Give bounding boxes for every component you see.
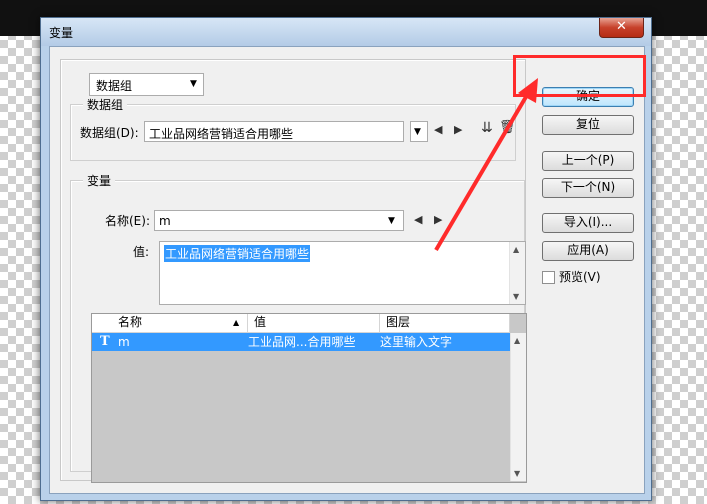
name-field-label: 名称(E):	[105, 214, 150, 228]
column-header-name[interactable]: 名称 ▲	[92, 314, 248, 332]
variables-table: 名称 ▲ 值 图层 T m 工业品网...合用哪些 这里输入文字 ▲ ▼	[91, 313, 527, 483]
close-button[interactable]: ✕	[599, 18, 644, 38]
preview-checkbox[interactable]: 预览(V)	[542, 268, 601, 285]
import-dataset-icon: ⇊	[481, 120, 493, 136]
dataset-field[interactable]: 工业品网络营销适合用哪些	[144, 121, 404, 142]
value-textarea[interactable]: 工业品网络营销适合用哪些 ▲ ▼	[159, 241, 526, 305]
row-name-cell: m	[118, 335, 130, 349]
dataset-group-label: 数据组	[83, 96, 128, 113]
import-dataset-button[interactable]: ⇊	[481, 120, 493, 136]
next-triangle-icon: ▶	[454, 123, 463, 136]
dataset-dropdown-button[interactable]: ▼	[410, 121, 428, 142]
table-header: 名称 ▲ 值 图层	[92, 314, 510, 333]
reset-button[interactable]: 复位	[542, 115, 634, 135]
delete-dataset-button[interactable]: 🗑	[499, 120, 516, 135]
next-button[interactable]: 下一个(N)	[542, 178, 634, 198]
dialog-client-area: 数据组 ▼ 数据组 数据组(D): 工业品网络营销适合用哪些 ▼ ◀ ▶ ⇊ 🗑	[49, 46, 645, 494]
row-value-cell: 工业品网...合用哪些	[248, 335, 356, 349]
scroll-up-icon[interactable]: ▲	[514, 336, 520, 345]
scroll-up-icon[interactable]: ▲	[513, 245, 519, 254]
value-field-label: 值:	[133, 245, 150, 259]
next-dataset-button[interactable]: ▶	[454, 123, 462, 136]
name-field-value: m	[159, 214, 171, 228]
sort-up-icon: ▲	[233, 318, 240, 327]
prev-dataset-button[interactable]: ◀	[434, 123, 442, 136]
table-row[interactable]: T m 工业品网...合用哪些 这里输入文字	[92, 333, 510, 351]
table-scrollbar[interactable]: ▲ ▼	[510, 333, 526, 481]
next-triangle-icon: ▶	[434, 213, 443, 226]
dropdown-arrow-icon: ▼	[414, 127, 421, 137]
text-layer-icon: T	[100, 334, 110, 349]
scroll-down-icon[interactable]: ▼	[514, 469, 520, 478]
checkbox-box[interactable]	[542, 271, 555, 284]
row-layer-cell: 这里输入文字	[380, 335, 453, 349]
dialog-title: 变量	[49, 26, 74, 40]
apply-button[interactable]: 应用(A)	[542, 241, 634, 261]
column-header-value[interactable]: 值	[248, 314, 380, 332]
title-bar: 变量 ✕	[41, 18, 651, 46]
prev-variable-button[interactable]: ◀	[414, 213, 422, 226]
delete-trash-icon: 🗑	[499, 120, 516, 135]
variable-group-label: 变量	[83, 172, 116, 189]
prev-triangle-icon: ◀	[414, 213, 423, 226]
column-header-layer[interactable]: 图层	[380, 314, 510, 332]
value-text-selected: 工业品网络营销适合用哪些	[164, 245, 311, 262]
preview-checkbox-label: 预览(V)	[559, 270, 601, 284]
scroll-down-icon[interactable]: ▼	[513, 292, 519, 301]
import-button[interactable]: 导入(I)...	[542, 213, 634, 233]
next-variable-button[interactable]: ▶	[434, 213, 442, 226]
prev-triangle-icon: ◀	[434, 123, 443, 136]
previous-button[interactable]: 上一个(P)	[542, 151, 634, 171]
dropdown-arrow-icon: ▼	[388, 216, 395, 226]
dataset-group: 数据组 数据组(D): 工业品网络营销适合用哪些 ▼ ◀ ▶ ⇊ 🗑	[70, 96, 516, 161]
dataset-field-label: 数据组(D):	[80, 126, 139, 140]
annotation-highlight-box	[513, 55, 646, 97]
name-field[interactable]: m ▼	[154, 210, 404, 231]
dropdown-arrow-icon: ▼	[190, 79, 197, 89]
mode-select[interactable]: 数据组 ▼	[89, 73, 204, 96]
dataset-field-value: 工业品网络营销适合用哪些	[149, 127, 294, 141]
main-panel: 数据组 ▼ 数据组 数据组(D): 工业品网络营销适合用哪些 ▼ ◀ ▶ ⇊ 🗑	[60, 59, 527, 483]
mode-select-value: 数据组	[96, 79, 133, 93]
value-scrollbar[interactable]: ▲ ▼	[509, 242, 525, 304]
